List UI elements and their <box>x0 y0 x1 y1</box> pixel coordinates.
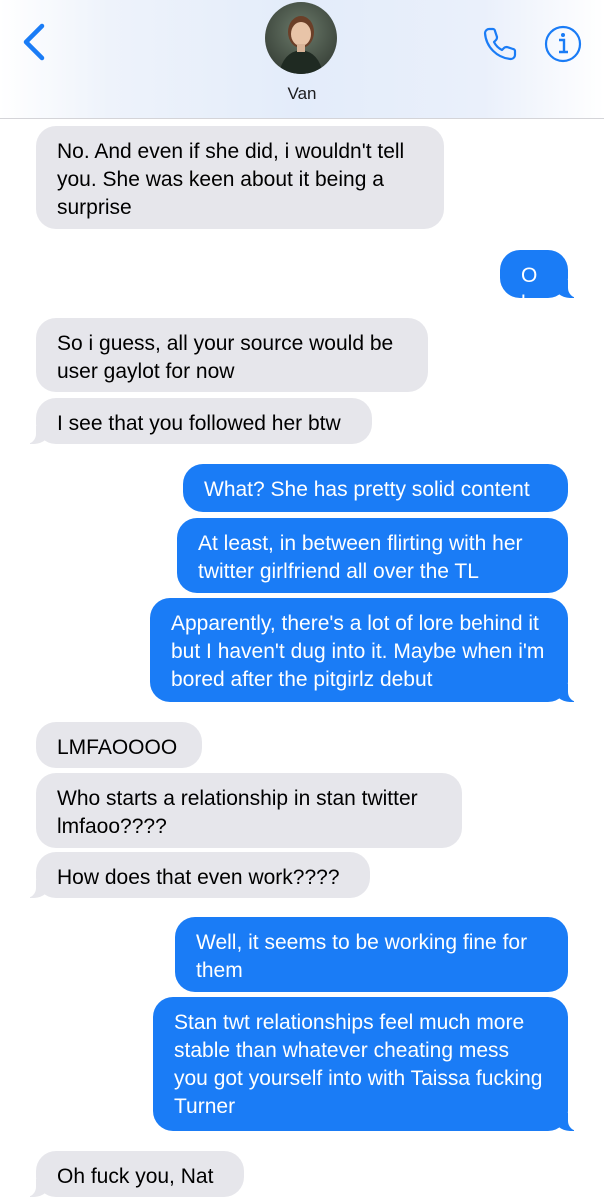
message-bubble-outgoing[interactable]: Well, it seems to be working fine for th… <box>175 917 568 992</box>
message-bubble-outgoing[interactable]: Oh <box>500 250 578 315</box>
message-text: So i guess, all your source would be use… <box>57 332 394 383</box>
message-text: Well, it seems to be working fine for th… <box>196 931 528 982</box>
message-bubble-incoming[interactable]: So i guess, all your source would be use… <box>36 318 428 392</box>
contact-name[interactable]: Van <box>0 84 604 104</box>
message-bubble-outgoing[interactable]: At least, in between flirting with her t… <box>177 518 568 593</box>
message-bubble-incoming[interactable]: How does that even work???? <box>26 852 370 898</box>
message-text: How does that even work???? <box>57 866 340 889</box>
phone-icon <box>483 27 517 61</box>
message-bubble-outgoing[interactable]: Apparently, there's a lot of lore behind… <box>150 598 578 702</box>
message-text: What? She has pretty solid content <box>204 478 530 501</box>
message-bubble-incoming[interactable]: I see that you followed her btw <box>26 398 372 444</box>
message-bubble-outgoing[interactable]: Stan twt relationships feel much more st… <box>153 997 578 1131</box>
message-bubble-outgoing[interactable]: What? She has pretty solid content <box>183 464 568 512</box>
avatar[interactable] <box>265 2 337 74</box>
message-bubble-incoming[interactable]: LMFAOOOO <box>36 722 202 768</box>
message-bubble-incoming[interactable]: Who starts a relationship in stan twitte… <box>36 773 462 848</box>
info-button[interactable] <box>541 22 585 66</box>
chevron-left-icon <box>23 23 45 61</box>
back-button[interactable] <box>18 22 52 62</box>
message-text: Who starts a relationship in stan twitte… <box>57 787 418 838</box>
message-bubble-incoming[interactable]: No. And even if she did, i wouldn't tell… <box>36 126 444 229</box>
contact-photo <box>265 2 337 74</box>
message-text: I see that you followed her btw <box>57 412 341 435</box>
message-bubble-incoming[interactable]: Oh fuck you, Nat <box>26 1151 244 1197</box>
conversation-header: Van <box>0 0 604 119</box>
message-text: Stan twt relationships feel much more st… <box>174 1011 543 1118</box>
message-text: LMFAOOOO <box>57 736 178 759</box>
message-text: At least, in between flirting with her t… <box>198 532 523 583</box>
call-button[interactable] <box>478 22 522 66</box>
message-text: No. And even if she did, i wouldn't tell… <box>57 140 405 219</box>
info-icon <box>544 25 582 63</box>
message-text: Oh <box>521 264 538 315</box>
message-text: Apparently, there's a lot of lore behind… <box>171 612 545 691</box>
message-text: Oh fuck you, Nat <box>57 1165 214 1188</box>
